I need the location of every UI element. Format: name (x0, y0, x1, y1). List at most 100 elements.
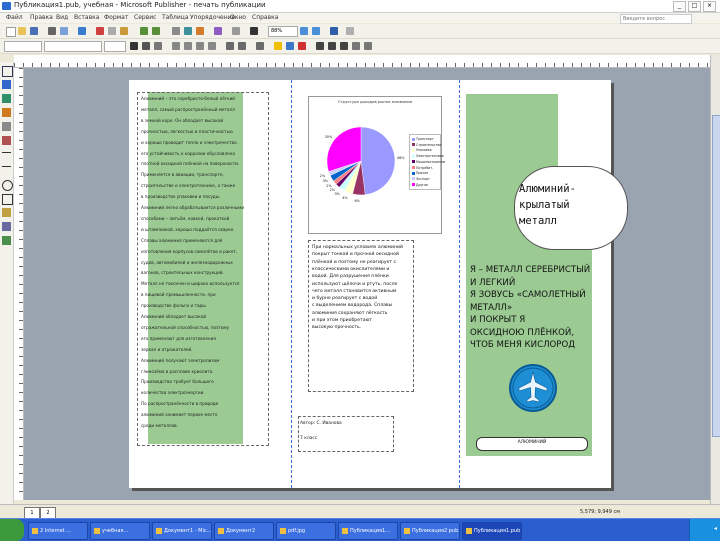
new-icon[interactable] (6, 27, 16, 37)
preview-icon[interactable] (60, 27, 68, 35)
insert-picture-icon[interactable] (172, 27, 180, 35)
indent-icon[interactable] (256, 42, 264, 50)
align-left-icon[interactable] (172, 42, 180, 50)
window-icon (342, 527, 348, 534)
menu-format[interactable]: Формат (104, 14, 128, 21)
style-select[interactable] (4, 41, 42, 52)
menu-arrange[interactable]: Упорядочение (190, 14, 235, 21)
bold-icon[interactable] (130, 42, 138, 50)
numbering-icon[interactable] (226, 42, 234, 50)
zoom-select[interactable]: 88% (268, 26, 298, 37)
autoshapes-icon[interactable] (2, 208, 11, 217)
print-icon[interactable] (48, 27, 56, 35)
menu-table[interactable]: Таблица (162, 14, 189, 21)
heading-line-1: Алюминий- (519, 183, 576, 195)
taskbar-item[interactable]: Документ2 (214, 522, 274, 540)
line-color-icon[interactable] (286, 42, 294, 50)
dash-style-icon[interactable] (328, 42, 336, 50)
scrollbar-thumb[interactable] (712, 115, 720, 437)
menu-view[interactable]: Вид (56, 14, 68, 21)
menu-tools[interactable]: Сервис (134, 14, 156, 21)
vertical-ruler[interactable] (14, 68, 24, 500)
paragraph-marks-icon[interactable] (250, 27, 258, 35)
minimize-icon[interactable]: _ (673, 1, 686, 12)
text-box-icon[interactable] (2, 80, 11, 89)
justify-icon[interactable] (208, 42, 216, 50)
shadow-icon[interactable] (352, 42, 360, 50)
pie-value-label: 2% (329, 188, 335, 193)
undo-icon[interactable] (140, 27, 148, 35)
select-arrow-icon[interactable] (2, 66, 13, 77)
line-tool-icon[interactable] (2, 152, 11, 162)
pie-chart[interactable]: Структура доходов рынка алюминия Транспо… (308, 96, 445, 234)
help-search-input[interactable]: Введите вопрос (620, 14, 692, 24)
taskbar-item[interactable]: pdf.jpg (276, 522, 336, 540)
title-bar: Публикация1.pub, учебная - Microsoft Pub… (0, 0, 720, 13)
oval-tool-icon[interactable] (2, 180, 13, 191)
middle-text-frame[interactable]: При нормальных условиях алюминий покрыт т… (308, 240, 414, 392)
align-center-icon[interactable] (184, 42, 192, 50)
legend-label: Машиностроение (416, 159, 446, 164)
font-color-icon[interactable] (298, 42, 306, 50)
right-body-line: И ПОКРЫТ Я (470, 315, 526, 325)
font-size-select[interactable] (104, 41, 126, 52)
vertical-scrollbar[interactable] (710, 55, 720, 505)
legend-entry: Потребит. (412, 166, 439, 170)
author-frame[interactable] (298, 416, 394, 452)
rectangle-tool-icon[interactable] (2, 194, 13, 205)
taskbar-item[interactable]: учебная... (90, 522, 150, 540)
pie-slice[interactable] (360, 126, 396, 195)
help-icon[interactable] (330, 27, 338, 35)
taskbar: 2 Internet ... учебная... Документ1 - Mic.… (0, 518, 720, 541)
line-style-icon[interactable] (316, 42, 324, 50)
menu-window[interactable]: Окно (230, 14, 246, 21)
hotspot-icon[interactable] (2, 222, 11, 231)
zoom-out-icon[interactable] (300, 27, 308, 35)
close-icon[interactable]: × (703, 1, 716, 12)
align-right-icon[interactable] (196, 42, 204, 50)
right-body-line: И ЛЕГКИЙ (470, 277, 516, 288)
clip-art-icon[interactable] (2, 136, 11, 145)
wordart-icon[interactable] (2, 108, 11, 117)
picture-frame-icon[interactable] (2, 122, 11, 131)
italic-icon[interactable] (142, 42, 150, 50)
redo-icon[interactable] (152, 27, 160, 35)
formatting-toolbar (0, 39, 720, 54)
horizontal-ruler[interactable] (14, 55, 714, 68)
taskbar-item[interactable]: Публикация1... (338, 522, 398, 540)
cut-icon[interactable] (96, 27, 104, 35)
hyperlink-icon[interactable] (214, 27, 222, 35)
insert-wordart-icon[interactable] (196, 27, 204, 35)
bullets-icon[interactable] (238, 42, 246, 50)
paste-icon[interactable] (120, 27, 128, 35)
taskbar-item[interactable]: 2 Internet ... (28, 522, 88, 540)
save-icon[interactable] (30, 27, 38, 35)
underline-icon[interactable] (154, 42, 162, 50)
taskbar-item[interactable]: Документ1 - Mic... (152, 522, 212, 540)
table-frame-icon[interactable] (2, 94, 11, 103)
start-button[interactable] (0, 519, 24, 541)
insert-table-icon[interactable] (184, 27, 192, 35)
arrow-tool-icon[interactable] (2, 166, 11, 176)
menu-insert[interactable]: Вставка (74, 14, 99, 21)
legend-entry: Машиностроение (412, 160, 445, 164)
font-select[interactable] (44, 41, 102, 52)
menu-edit[interactable]: Правка (30, 14, 53, 21)
more-tools-icon[interactable] (346, 27, 354, 35)
3d-icon[interactable] (364, 42, 372, 50)
fill-color-icon[interactable] (274, 42, 282, 50)
menu-file[interactable]: Файл (6, 14, 23, 21)
spelling-icon[interactable] (78, 27, 86, 35)
open-icon[interactable] (18, 27, 26, 35)
menu-help[interactable]: Справка (252, 14, 278, 21)
taskbar-item[interactable]: Публикация2 pub... (400, 522, 460, 540)
arrow-style-icon[interactable] (340, 42, 348, 50)
copy-icon[interactable] (108, 27, 116, 35)
left-text-frame[interactable]: Алюминий – это серебристо-белый лёгкий ме… (137, 92, 269, 446)
design-gallery-icon[interactable] (2, 236, 11, 245)
taskbar-item[interactable]: Публикация1.pub (462, 522, 522, 540)
columns-icon[interactable] (232, 27, 240, 35)
logo-caption: АЛЮМИНИЙ (517, 440, 547, 445)
zoom-in-icon[interactable] (312, 27, 320, 35)
maximize-icon[interactable]: □ (688, 1, 701, 12)
